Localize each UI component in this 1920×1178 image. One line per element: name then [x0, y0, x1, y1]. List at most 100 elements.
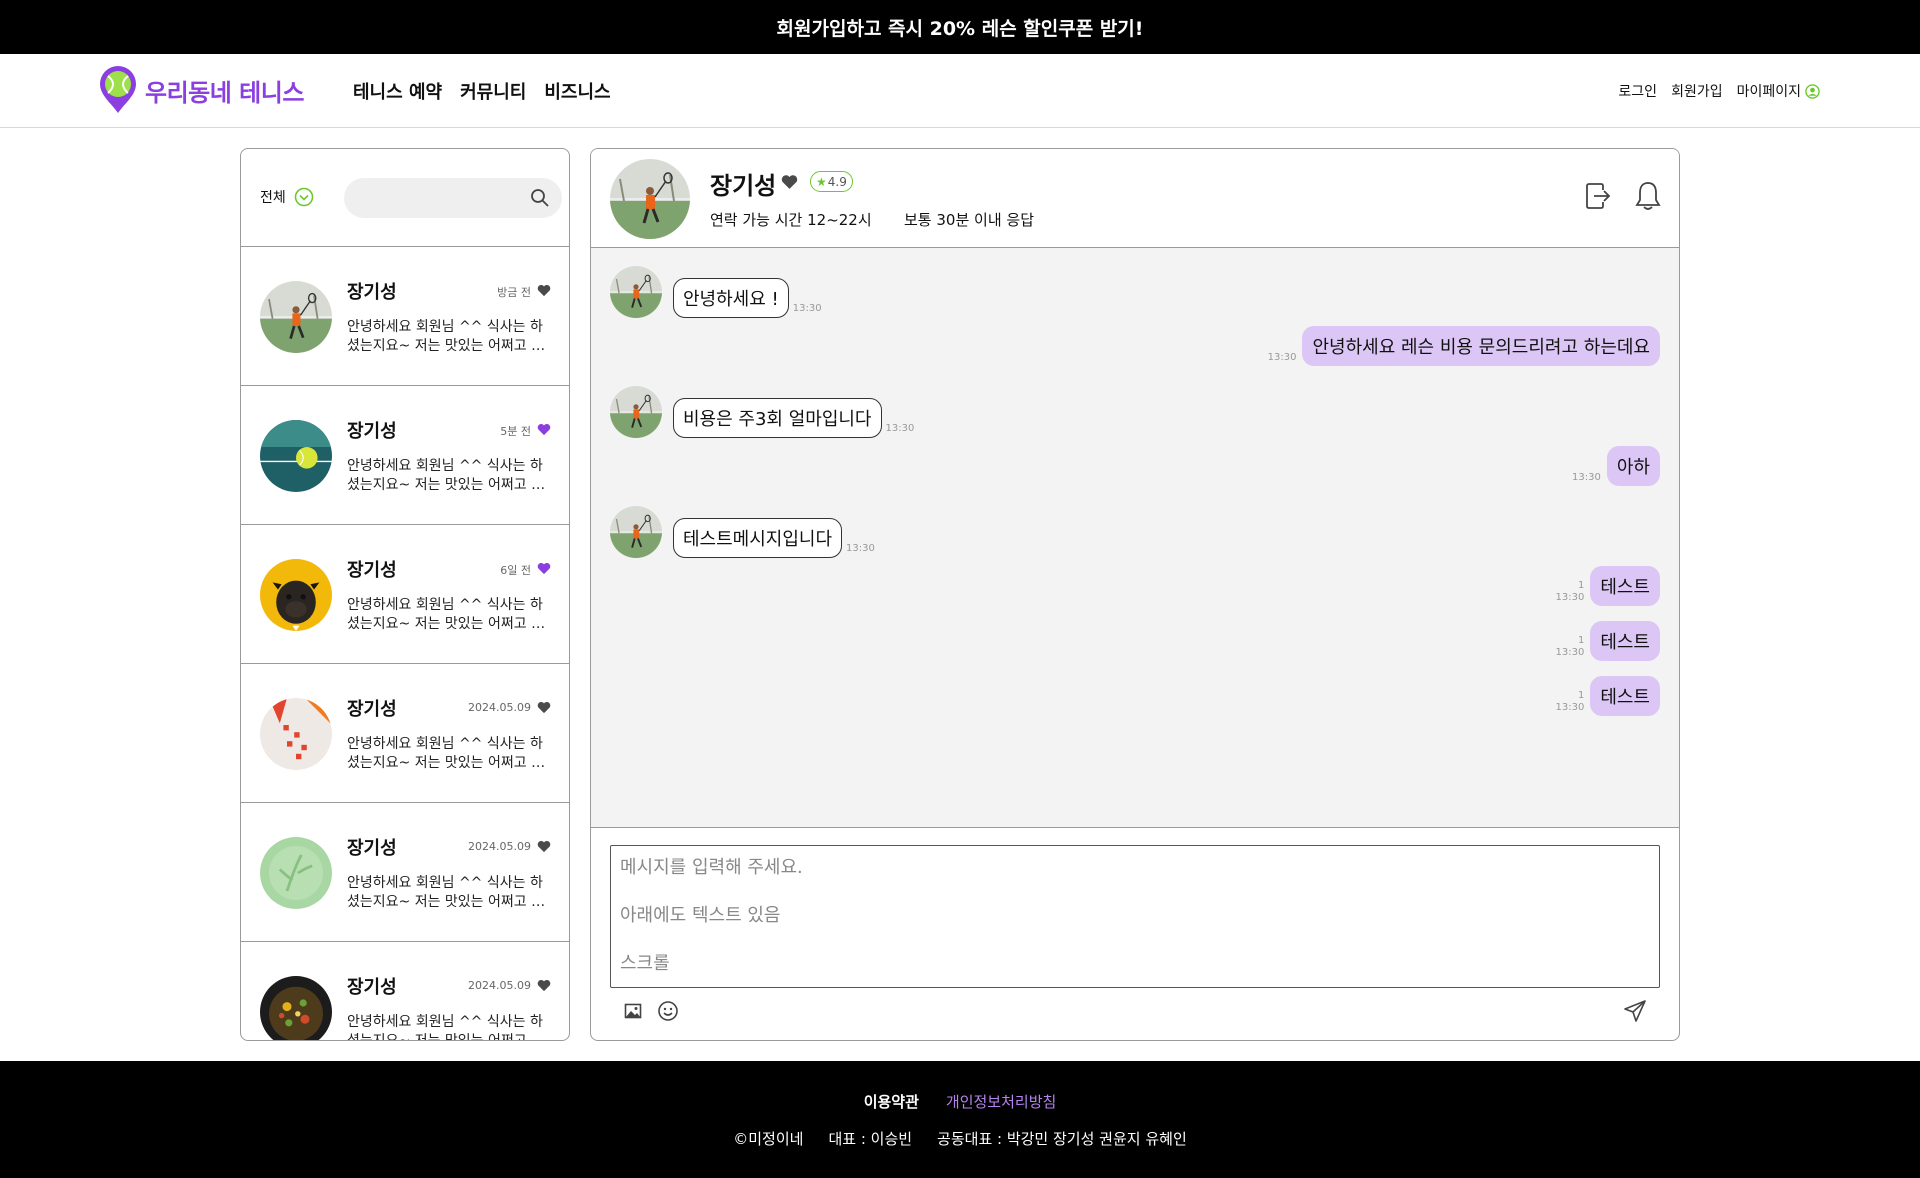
filter-label: 전체 — [260, 190, 286, 206]
message-bubble: 비용은 주3회 얼마입니다 — [673, 398, 882, 438]
chat-avatar — [260, 698, 332, 770]
footer-info: ©미정이네 대표 : 이승빈 공동대표 : 박강민 장기성 권윤지 유혜인 — [0, 1128, 1920, 1149]
message-outgoing: 13:30 아하 — [1572, 446, 1660, 486]
signup-link[interactable]: 회원가입 — [1671, 81, 1723, 101]
chat-list-item[interactable]: 장기성 2024.05.09 안녕하세요 회원님 ^^ 식사는 하셨는지요~ 저는 … — [241, 942, 569, 1041]
chat-list-item[interactable]: 장기성 6일 전 안녕하세요 회원님 ^^ 식사는 하셨는지요~ 저는 맛있는 어쩌… — [241, 525, 569, 664]
heart-icon[interactable] — [537, 840, 551, 853]
footer-ceo: 대표 : 이승빈 — [828, 1130, 913, 1148]
message-outgoing: 1 13:30 테스트 — [1555, 676, 1660, 716]
emoji-icon[interactable] — [657, 1000, 679, 1022]
chat-panel: 장기성 ★ 4.9 연락 가능 시간 12~22시 보통 30분 이내 응답 안… — [590, 148, 1680, 1041]
chat-avatar — [260, 559, 332, 631]
partner-avatar[interactable] — [610, 159, 690, 239]
message-time: 13:30 — [1572, 472, 1601, 483]
message-bubble: 테스트메시지입니다 — [673, 518, 843, 558]
footer-links: 이용약관 개인정보처리방침 — [0, 1091, 1920, 1112]
heart-icon[interactable] — [537, 423, 551, 436]
promo-text[interactable]: 회원가입하고 즉시 20% 레슨 할인쿠폰 받기! — [777, 14, 1144, 41]
chat-name: 장기성 — [347, 699, 397, 720]
chat-time: 2024.05.09 — [468, 701, 531, 714]
chat-time: 5분 전 — [500, 425, 531, 438]
chat-preview: 안녕하세요 회원님 ^^ 식사는 하셨는지요~ 저는 맛있는 어쩌고 저쩌고 — [347, 1014, 544, 1041]
chat-time: 2024.05.09 — [468, 979, 531, 992]
chat-preview: 안녕하세요 회원님 ^^ 식사는 하셨는지요~ 저는 맛있는 어쩌고 저쩌고 — [347, 736, 544, 771]
message-outgoing: 1 13:30 테스트 — [1555, 566, 1660, 606]
message-area[interactable]: 안녕하세요 ! 13:30 13:30 안녕하세요 레슨 비용 문의드리려고 하는데요… — [591, 248, 1679, 828]
search-input[interactable] — [344, 178, 524, 218]
site-footer: 이용약관 개인정보처리방침 ©미정이네 대표 : 이승빈 공동대표 : 박강민 … — [0, 1061, 1920, 1178]
message-bubble: 테스트 — [1590, 566, 1660, 606]
privacy-link[interactable]: 개인정보처리방침 — [946, 1091, 1056, 1112]
footer-copyright: ©미정이네 — [733, 1130, 804, 1148]
send-icon[interactable] — [1623, 999, 1647, 1023]
sender-avatar[interactable] — [610, 506, 662, 558]
chevron-down-circle-icon — [294, 187, 314, 207]
chat-time: 방금 전 — [497, 286, 531, 299]
message-time: 13:30 — [846, 543, 875, 554]
mypage-link[interactable]: 마이페이지 — [1737, 81, 1820, 101]
terms-link[interactable]: 이용약관 — [864, 1091, 919, 1112]
chat-time: 2024.05.09 — [468, 840, 531, 853]
unread-count: 1 — [1577, 635, 1585, 646]
message-bubble: 안녕하세요 레슨 비용 문의드리려고 하는데요 — [1302, 326, 1660, 366]
heart-icon[interactable] — [537, 979, 551, 992]
heart-icon[interactable] — [537, 284, 551, 297]
partner-name: 장기성 — [710, 172, 777, 200]
chat-header: 장기성 ★ 4.9 연락 가능 시간 12~22시 보통 30분 이내 응답 — [591, 149, 1679, 248]
message-incoming: 테스트메시지입니다 13:30 — [610, 506, 875, 558]
search-icon[interactable] — [530, 188, 550, 208]
nav-community[interactable]: 커뮤니티 — [460, 78, 526, 104]
message-outgoing: 1 13:30 테스트 — [1555, 621, 1660, 661]
message-time: 13:30 — [1267, 352, 1297, 363]
chat-time: 6일 전 — [500, 564, 531, 577]
chat-list-item[interactable]: 장기성 2024.05.09 안녕하세요 회원님 ^^ 식사는 하셨는지요~ 저는 … — [241, 664, 569, 803]
nav-tennis-booking[interactable]: 테니스 예약 — [353, 78, 442, 104]
message-time: 13:30 — [1555, 647, 1585, 658]
unread-count: 1 — [1577, 580, 1585, 591]
chat-preview: 안녕하세요 회원님 ^^ 식사는 하셨는지요~ 저는 맛있는 어쩌고 저쩌고 — [347, 319, 544, 354]
heart-icon[interactable] — [537, 562, 551, 575]
chat-avatar — [260, 976, 332, 1040]
message-meta: 1 13:30 — [1555, 635, 1584, 659]
chat-name: 장기성 — [347, 838, 397, 859]
chat-avatar — [260, 837, 332, 909]
sender-avatar[interactable] — [610, 266, 662, 318]
message-bubble: 아하 — [1606, 446, 1660, 486]
chat-list-item[interactable]: 장기성 2024.05.09 안녕하세요 회원님 ^^ 식사는 하셨는지요~ 저는 … — [241, 803, 569, 942]
unread-count: 1 — [1577, 690, 1585, 701]
promo-banner[interactable]: 회원가입하고 즉시 20% 레슨 할인쿠폰 받기! — [0, 0, 1920, 54]
message-incoming: 안녕하세요 ! 13:30 — [610, 266, 822, 318]
response-time: 보통 30분 이내 응답 — [904, 211, 1034, 229]
chat-avatar — [260, 420, 332, 492]
logo[interactable]: 우리동네 테니스 — [99, 66, 304, 114]
login-link[interactable]: 로그인 — [1618, 81, 1657, 101]
main-nav: 테니스 예약 커뮤니티 비즈니스 — [353, 78, 611, 104]
chat-preview: 안녕하세요 회원님 ^^ 식사는 하셨는지요~ 저는 맛있는 어쩌고 저쩌고 — [347, 597, 544, 632]
contact-hours: 연락 가능 시간 12~22시 — [710, 211, 872, 229]
filter-dropdown[interactable]: 전체 — [260, 187, 314, 207]
chat-name: 장기성 — [347, 282, 397, 303]
message-time: 13:30 — [1555, 702, 1585, 713]
footer-co-ceo: 공동대표 : 박강민 장기성 권윤지 유혜인 — [937, 1130, 1187, 1148]
chat-list-item[interactable]: 장기성 방금 전안녕하세요 회원님 ^^ 식사는 하셨는지요~ 저는 맛있는 어쩌… — [241, 247, 569, 386]
logo-text: 우리동네 테니스 — [145, 78, 304, 107]
sender-avatar[interactable] — [610, 386, 662, 438]
heart-icon[interactable] — [781, 174, 798, 190]
bell-icon[interactable] — [1633, 180, 1663, 212]
chat-list: 장기성 방금 전안녕하세요 회원님 ^^ 식사는 하셨는지요~ 저는 맛있는 어쩌… — [241, 247, 569, 1041]
leave-chat-icon[interactable] — [1585, 181, 1611, 211]
message-meta: 13:30 — [1268, 352, 1297, 364]
image-attach-icon[interactable] — [624, 1002, 642, 1020]
chat-list-item[interactable]: 장기성 5분 전 안녕하세요 회원님 ^^ 식사는 하셨는지요~ 저는 맛있는 어쩌… — [241, 386, 569, 525]
message-bubble: 안녕하세요 ! — [673, 278, 789, 318]
chat-preview: 안녕하세요 회원님 ^^ 식사는 하셨는지요~ 저는 맛있는 어쩌고 저쩌고 — [347, 875, 544, 910]
message-input[interactable] — [611, 846, 1659, 987]
message-time: 13:30 — [885, 423, 915, 434]
heart-icon[interactable] — [537, 701, 551, 714]
tennis-pin-logo-icon — [100, 66, 136, 113]
chat-list-toolbar: 전체 — [241, 149, 569, 247]
site-header: 우리동네 테니스 테니스 예약 커뮤니티 비즈니스 로그인 회원가입 마이페이지 — [0, 54, 1920, 128]
message-meta: 13:30 — [1572, 472, 1601, 484]
nav-business[interactable]: 비즈니스 — [544, 78, 610, 104]
